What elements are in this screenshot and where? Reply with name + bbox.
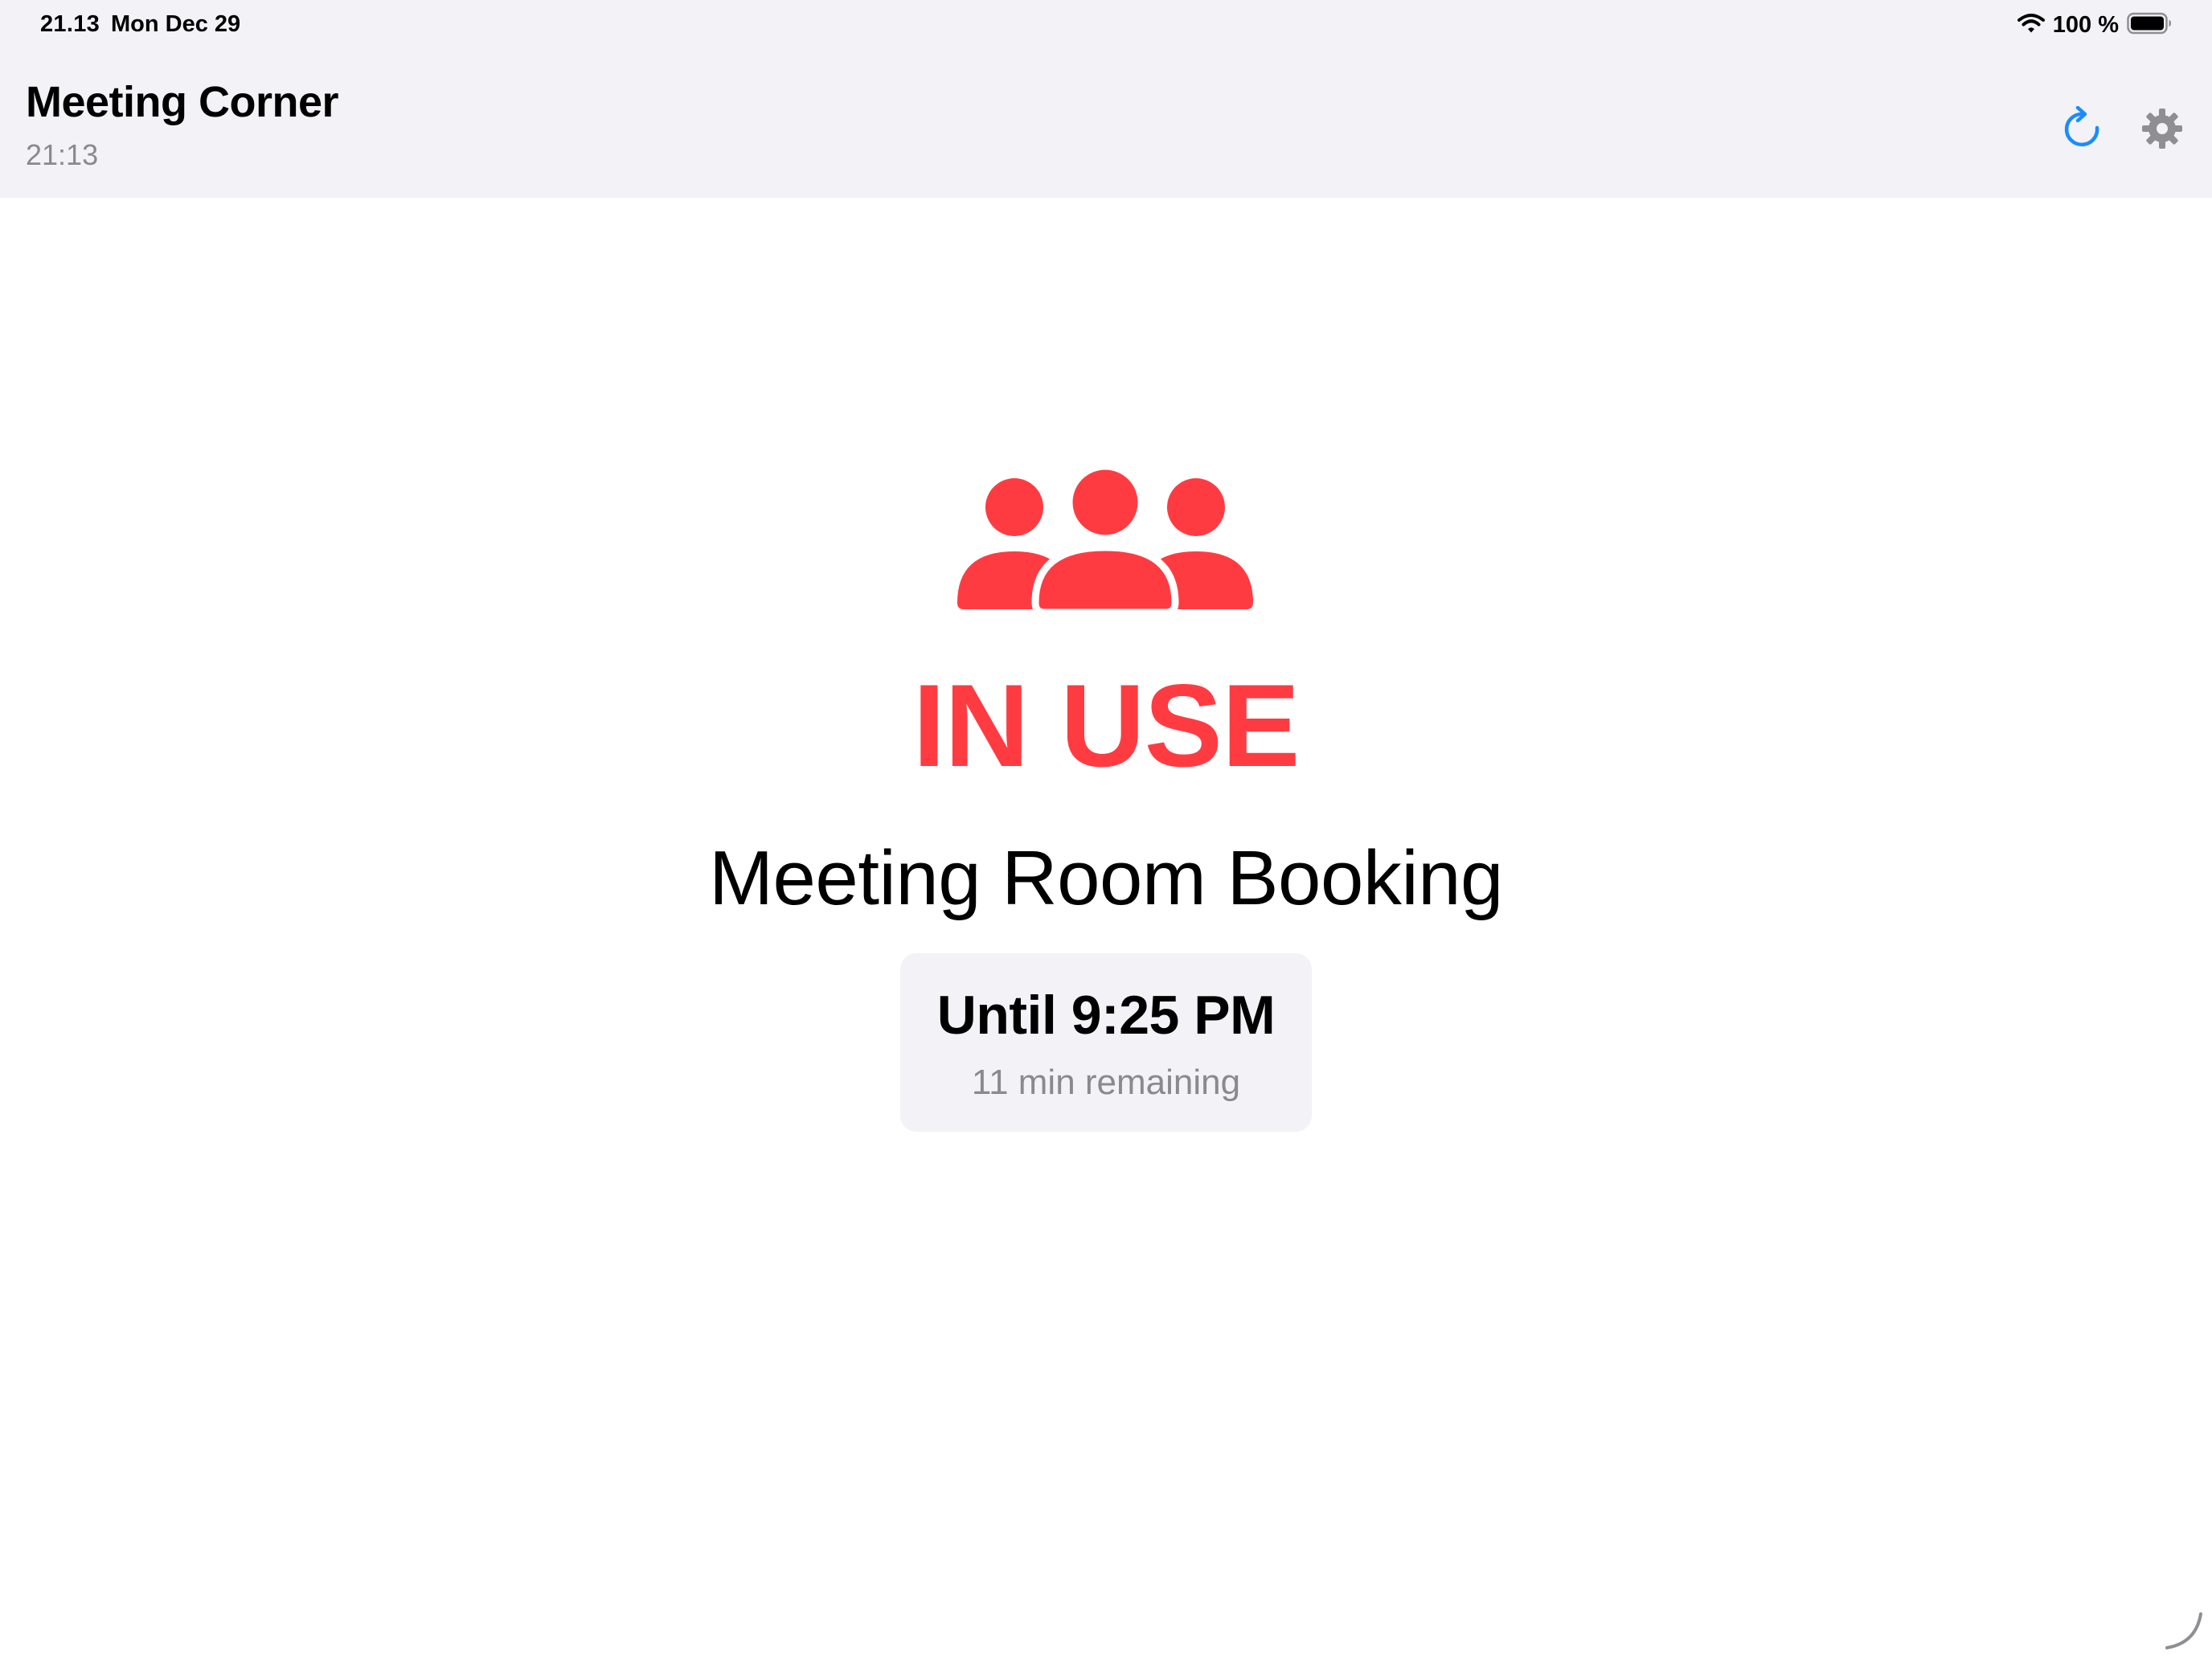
- settings-button[interactable]: [2132, 100, 2193, 161]
- battery-icon: [2127, 12, 2172, 39]
- status-date: Mon Dec 29: [111, 11, 241, 37]
- corner-resize-handle[interactable]: [2164, 1611, 2204, 1651]
- booking-time-card: Until 9:25 PM 11 min remaining: [900, 953, 1312, 1132]
- meeting-title: Meeting Room Booking: [709, 835, 1503, 921]
- status-time: 21.13: [40, 11, 100, 37]
- room-status-label: IN USE: [912, 660, 1301, 791]
- booking-end-time: Until 9:25 PM: [936, 985, 1276, 1046]
- wifi-icon: [2017, 13, 2045, 38]
- status-indicators: 100 %: [2017, 8, 2172, 42]
- room-name-title: Meeting Corner: [26, 78, 339, 126]
- refresh-icon: [2062, 105, 2102, 155]
- gear-icon: [2141, 108, 2183, 154]
- booking-remaining-time: 11 min remaining: [971, 1063, 1241, 1102]
- navigation-header: Meeting Corner 21:13: [0, 53, 2212, 198]
- header-time: 21:13: [26, 138, 99, 171]
- status-bar: 21.13 Mon Dec 29 100 %: [0, 0, 2212, 53]
- battery-percentage: 100 %: [2052, 11, 2119, 38]
- people-group-icon: [956, 462, 1255, 616]
- refresh-button[interactable]: [2051, 100, 2112, 161]
